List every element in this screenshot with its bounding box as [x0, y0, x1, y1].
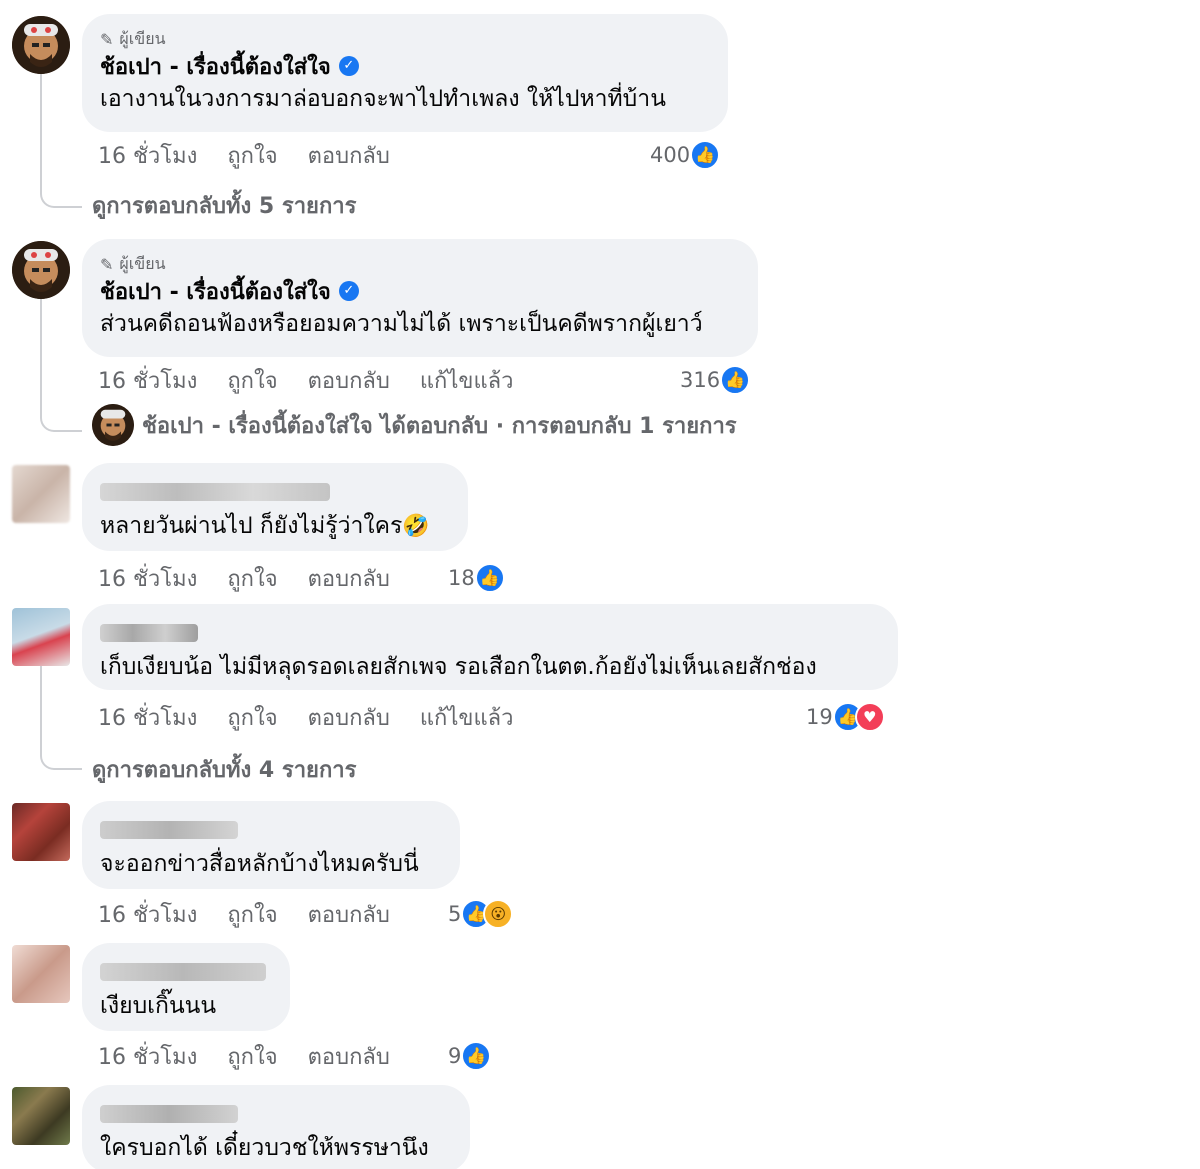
reaction-count: 18 — [448, 566, 475, 590]
like-button[interactable]: ถูกใจ — [227, 138, 277, 173]
verified-check-icon: ✓ — [338, 281, 359, 301]
reaction-summary[interactable]: 316 👍 — [680, 363, 751, 397]
verified-check-icon: ✓ — [338, 56, 359, 76]
avatar[interactable] — [12, 465, 70, 523]
reply-button[interactable]: ตอบกลับ — [308, 561, 390, 596]
comment-text: เงียบเกิ๊นนน — [100, 993, 217, 1019]
comment-text: เก็บเงียบน้อ ไม่มีหลุดรอดเลยสักเพจ รอเสื… — [100, 654, 817, 680]
reaction-summary[interactable]: 18 👍 — [448, 561, 505, 595]
comment-bubble: ✎ ผู้เขียน ช้อเปา - เรื่องนี้ต้องใส่ใจ ✓… — [82, 239, 758, 357]
like-button[interactable]: ถูกใจ — [227, 700, 277, 735]
like-thumb-icon: 👍 — [720, 365, 751, 395]
avatar[interactable] — [12, 241, 70, 299]
wow-face-icon: 😮 — [483, 899, 514, 929]
comment-text: เอางานในวงการมาล่อบอกจะพาไปทำเพลง ให้ไปห… — [100, 86, 666, 112]
reply-button[interactable]: ตอบกลับ — [308, 363, 390, 398]
like-thumb-icon: 👍 — [461, 1041, 492, 1071]
comment-timestamp[interactable]: 16 ชั่วโมง — [98, 138, 197, 173]
commenter-name[interactable] — [100, 963, 266, 981]
thread-line — [40, 664, 42, 748]
reaction-count: 5 — [448, 902, 462, 926]
comment-text: หลายวันผ่านไป ก็ยังไม่รู้ว่าใคร — [100, 513, 403, 539]
comment-timestamp[interactable]: 16 ชั่วโมง — [98, 1039, 197, 1074]
thread-line — [40, 298, 42, 410]
reaction-count: 19 — [806, 705, 833, 729]
comment-bubble: จะออกข่าวสื่อหลักบ้างไหมครับนี่ — [82, 801, 460, 889]
commenter-name[interactable]: ช้อเปา - เรื่องนี้ต้องใส่ใจ — [100, 49, 331, 84]
comment-bubble: เก็บเงียบน้อ ไม่มีหลุดรอดเลยสักเพจ รอเสื… — [82, 604, 898, 690]
commenter-name-row[interactable]: ช้อเปา - เรื่องนี้ต้องใส่ใจ ✓ — [100, 275, 738, 307]
comment-actions: 16 ชั่วโมง ถูกใจ ตอบกลับ — [98, 897, 420, 931]
commenter-name-row[interactable]: ช้อเปา - เรื่องนี้ต้องใส่ใจ ✓ — [100, 50, 708, 82]
like-button[interactable]: ถูกใจ — [227, 363, 277, 398]
comment-actions: 16 ชั่วโมง ถูกใจ ตอบกลับ — [98, 1039, 420, 1073]
reply-button[interactable]: ตอบกลับ — [308, 897, 390, 932]
reaction-count: 316 — [680, 368, 721, 392]
reaction-summary[interactable]: 9 👍 — [448, 1039, 492, 1073]
comment-bubble: หลายวันผ่านไป ก็ยังไม่รู้ว่าใคร🤣 — [82, 463, 468, 551]
pencil-icon: ✎ — [100, 254, 114, 274]
comment-actions: 16 ชั่วโมง ถูกใจ ตอบกลับ แก้ไขแล้ว — [98, 700, 543, 734]
love-heart-icon: ♥ — [854, 702, 885, 732]
reply-preview-text[interactable]: ช้อเปา - เรื่องนี้ต้องใส่ใจ ได้ตอบกลับ ·… — [142, 408, 737, 443]
like-button[interactable]: ถูกใจ — [227, 561, 277, 596]
reaction-summary[interactable]: 19 👍 ♥ — [806, 700, 885, 734]
comment-actions: 16 ชั่วโมง ถูกใจ ตอบกลับ — [98, 138, 420, 172]
avatar[interactable] — [12, 16, 70, 74]
comment-timestamp[interactable]: 16 ชั่วโมง — [98, 897, 197, 932]
laughing-emoji: 🤣 — [402, 514, 430, 539]
commenter-name[interactable] — [100, 483, 330, 501]
comment-text: จะออกข่าวสื่อหลักบ้างไหมครับนี่ — [100, 851, 419, 877]
comment-bubble: ✎ ผู้เขียน ช้อเปา - เรื่องนี้ต้องใส่ใจ ✓… — [82, 14, 728, 132]
pencil-icon: ✎ — [100, 29, 114, 49]
comment-bubble: ใครบอกได้ เดี๋ยวบวชให้พรรษานึง — [82, 1085, 470, 1169]
comment-timestamp[interactable]: 16 ชั่วโมง — [98, 363, 197, 398]
comment-text: ใครบอกได้ เดี๋ยวบวชให้พรรษานึง — [100, 1135, 429, 1161]
commenter-name[interactable]: ช้อเปา - เรื่องนี้ต้องใส่ใจ — [100, 274, 331, 309]
commenter-name[interactable] — [100, 1105, 238, 1123]
avatar — [92, 404, 134, 446]
reaction-count: 400 — [650, 143, 691, 167]
avatar[interactable] — [12, 803, 70, 861]
reply-button[interactable]: ตอบกลับ — [308, 138, 390, 173]
like-thumb-icon: 👍 — [690, 140, 721, 170]
reaction-count: 9 — [448, 1044, 462, 1068]
edited-label: แก้ไขแล้ว — [419, 368, 514, 394]
like-button[interactable]: ถูกใจ — [227, 1039, 277, 1074]
view-replies-link[interactable]: ดูการตอบกลับทั้ง 4 รายการ — [92, 752, 356, 787]
thread-line — [40, 74, 42, 186]
like-button[interactable]: ถูกใจ — [227, 897, 277, 932]
comment-timestamp[interactable]: 16 ชั่วโมง — [98, 561, 197, 596]
reply-button[interactable]: ตอบกลับ — [308, 700, 390, 735]
reply-preview[interactable]: ช้อเปา - เรื่องนี้ต้องใส่ใจ ได้ตอบกลับ ·… — [92, 404, 737, 446]
comment-text-row: หลายวันผ่านไป ก็ยังไม่รู้ว่าใคร🤣 — [100, 509, 448, 544]
comment-bubble: เงียบเกิ๊นนน — [82, 943, 290, 1031]
thread-curve — [40, 748, 82, 770]
commenter-name[interactable] — [100, 821, 238, 839]
comment-actions: 16 ชั่วโมง ถูกใจ ตอบกลับ แก้ไขแล้ว — [98, 363, 543, 397]
reaction-summary[interactable]: 400 👍 — [650, 138, 721, 172]
avatar[interactable] — [12, 1087, 70, 1145]
author-badge: ✎ ผู้เขียน — [100, 253, 738, 275]
comment-timestamp[interactable]: 16 ชั่วโมง — [98, 700, 197, 735]
thread-curve — [40, 410, 82, 432]
commenter-name[interactable] — [100, 624, 198, 642]
thread-curve — [40, 186, 82, 208]
reply-button[interactable]: ตอบกลับ — [308, 1039, 390, 1074]
avatar[interactable] — [12, 608, 70, 666]
author-badge: ✎ ผู้เขียน — [100, 28, 708, 50]
like-thumb-icon: 👍 — [474, 563, 505, 593]
edited-label: แก้ไขแล้ว — [419, 705, 514, 731]
comment-text: ส่วนคดีถอนฟ้องหรือยอมความไม่ได้ เพราะเป็… — [100, 311, 703, 337]
avatar[interactable] — [12, 945, 70, 1003]
reaction-summary[interactable]: 5 👍 😮 — [448, 897, 514, 931]
comment-actions: 16 ชั่วโมง ถูกใจ ตอบกลับ — [98, 561, 420, 595]
view-replies-link[interactable]: ดูการตอบกลับทั้ง 5 รายการ — [92, 188, 356, 223]
